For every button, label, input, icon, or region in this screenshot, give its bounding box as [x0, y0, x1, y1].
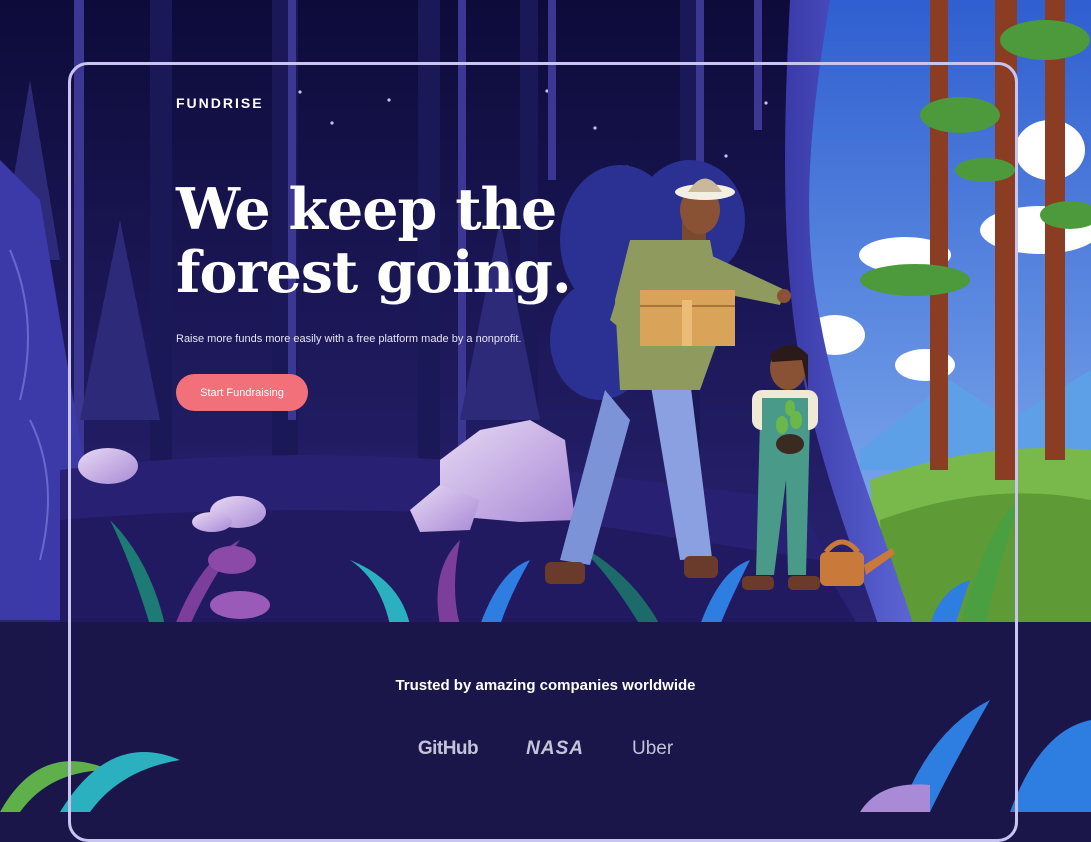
nasa-logo: NASA	[526, 738, 584, 759]
brand-logo[interactable]: FUNDRISE	[176, 95, 264, 111]
trusted-heading: Trusted by amazing companies worldwide	[395, 677, 696, 694]
hero-headline: We keep the forest going.	[176, 178, 616, 304]
uber-logo: Uber	[631, 738, 674, 759]
headline-line-1: We keep the	[176, 176, 557, 243]
hero-subtitle: Raise more funds more easily with a free…	[176, 333, 522, 345]
partner-logos: GitHub NASA Uber	[0, 738, 1091, 760]
start-fundraising-button[interactable]: Start Fundraising	[176, 374, 308, 411]
headline-line-2: forest going.	[176, 239, 572, 306]
github-logo: GitHub	[417, 738, 479, 759]
